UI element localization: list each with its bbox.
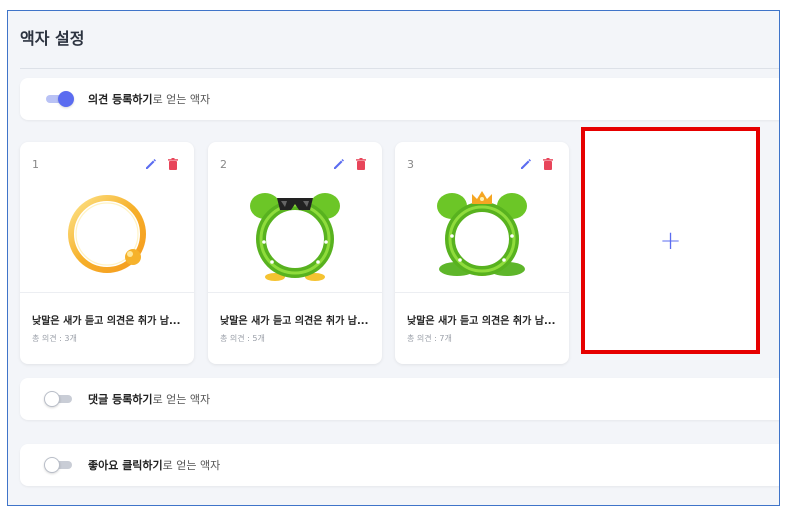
frame-title: 낮말은 새가 듣고 의견은 취가 남...	[407, 316, 556, 327]
section-label-rest: 로 얻는 액자	[152, 93, 211, 106]
section-label-strong: 의견 등록하기	[88, 93, 153, 106]
toggle-knob	[44, 457, 60, 473]
frame-card[interactable]: 2 낮말은 새가 듣고 의견은 취가 남... 총 의견 : 5개	[208, 142, 382, 364]
card-divider	[208, 292, 382, 293]
frame-title: 낮말은 새가 듣고 의견은 취가 남...	[220, 316, 369, 327]
toggle-knob	[58, 91, 74, 107]
section-label-strong: 댓글 등록하기	[88, 393, 153, 406]
toggle-knob	[44, 391, 60, 407]
comment-frame-toggle[interactable]	[44, 391, 74, 407]
trash-icon[interactable]	[166, 157, 180, 171]
title-divider	[20, 68, 779, 69]
frame-card[interactable]: 1 낮말은 새가 듣고 의견은 취가 남... 총 의견 : 3개	[20, 142, 194, 364]
like-frame-toggle[interactable]	[44, 457, 74, 473]
golden-ring-frame-image	[20, 178, 194, 290]
section-label: 좋아요 클릭하기로 얻는 액자	[88, 457, 220, 473]
green-crown-frame-image	[395, 178, 569, 290]
page-title: 액자 설정	[20, 29, 85, 48]
trash-icon[interactable]	[541, 157, 555, 171]
section-label-strong: 좋아요 클릭하기	[88, 459, 163, 472]
section-label: 댓글 등록하기로 얻는 액자	[88, 391, 210, 407]
frame-number: 3	[407, 158, 414, 171]
trash-icon[interactable]	[354, 157, 368, 171]
frame-card[interactable]: 3 낮말은 새가 듣고 의견은 취가 남... 총 의견 : 7개	[395, 142, 569, 364]
frame-number: 2	[220, 158, 227, 171]
add-frame-button[interactable]: +	[581, 127, 760, 354]
frame-title: 낮말은 새가 듣고 의견은 취가 남...	[32, 316, 181, 327]
section-label-rest: 로 얻는 액자	[162, 459, 221, 472]
pencil-icon[interactable]	[519, 157, 533, 171]
plus-icon: +	[659, 225, 682, 256]
card-divider	[395, 292, 569, 293]
pencil-icon[interactable]	[332, 157, 346, 171]
card-actions	[144, 157, 180, 171]
section-comment-register: 댓글 등록하기로 얻는 액자	[20, 378, 779, 420]
card-actions	[332, 157, 368, 171]
green-sunglasses-frame-image	[208, 178, 382, 290]
card-actions	[519, 157, 555, 171]
section-like-click: 좋아요 클릭하기로 얻는 액자	[20, 444, 779, 486]
frame-opinion-count: 총 의견 : 5개	[220, 334, 265, 343]
section-label-rest: 로 얻는 액자	[152, 393, 211, 406]
frame-opinion-count: 총 의견 : 7개	[407, 334, 452, 343]
section-opinion-register: 의견 등록하기로 얻는 액자	[20, 78, 779, 120]
section-label: 의견 등록하기로 얻는 액자	[88, 91, 210, 107]
frame-opinion-count: 총 의견 : 3개	[32, 334, 77, 343]
card-divider	[20, 292, 194, 293]
settings-panel: 액자 설정 의견 등록하기로 얻는 액자 1 낮말은 새가 듣고 의견은 취가 …	[7, 10, 780, 506]
frame-number: 1	[32, 158, 39, 171]
opinion-frame-toggle[interactable]	[44, 91, 74, 107]
pencil-icon[interactable]	[144, 157, 158, 171]
